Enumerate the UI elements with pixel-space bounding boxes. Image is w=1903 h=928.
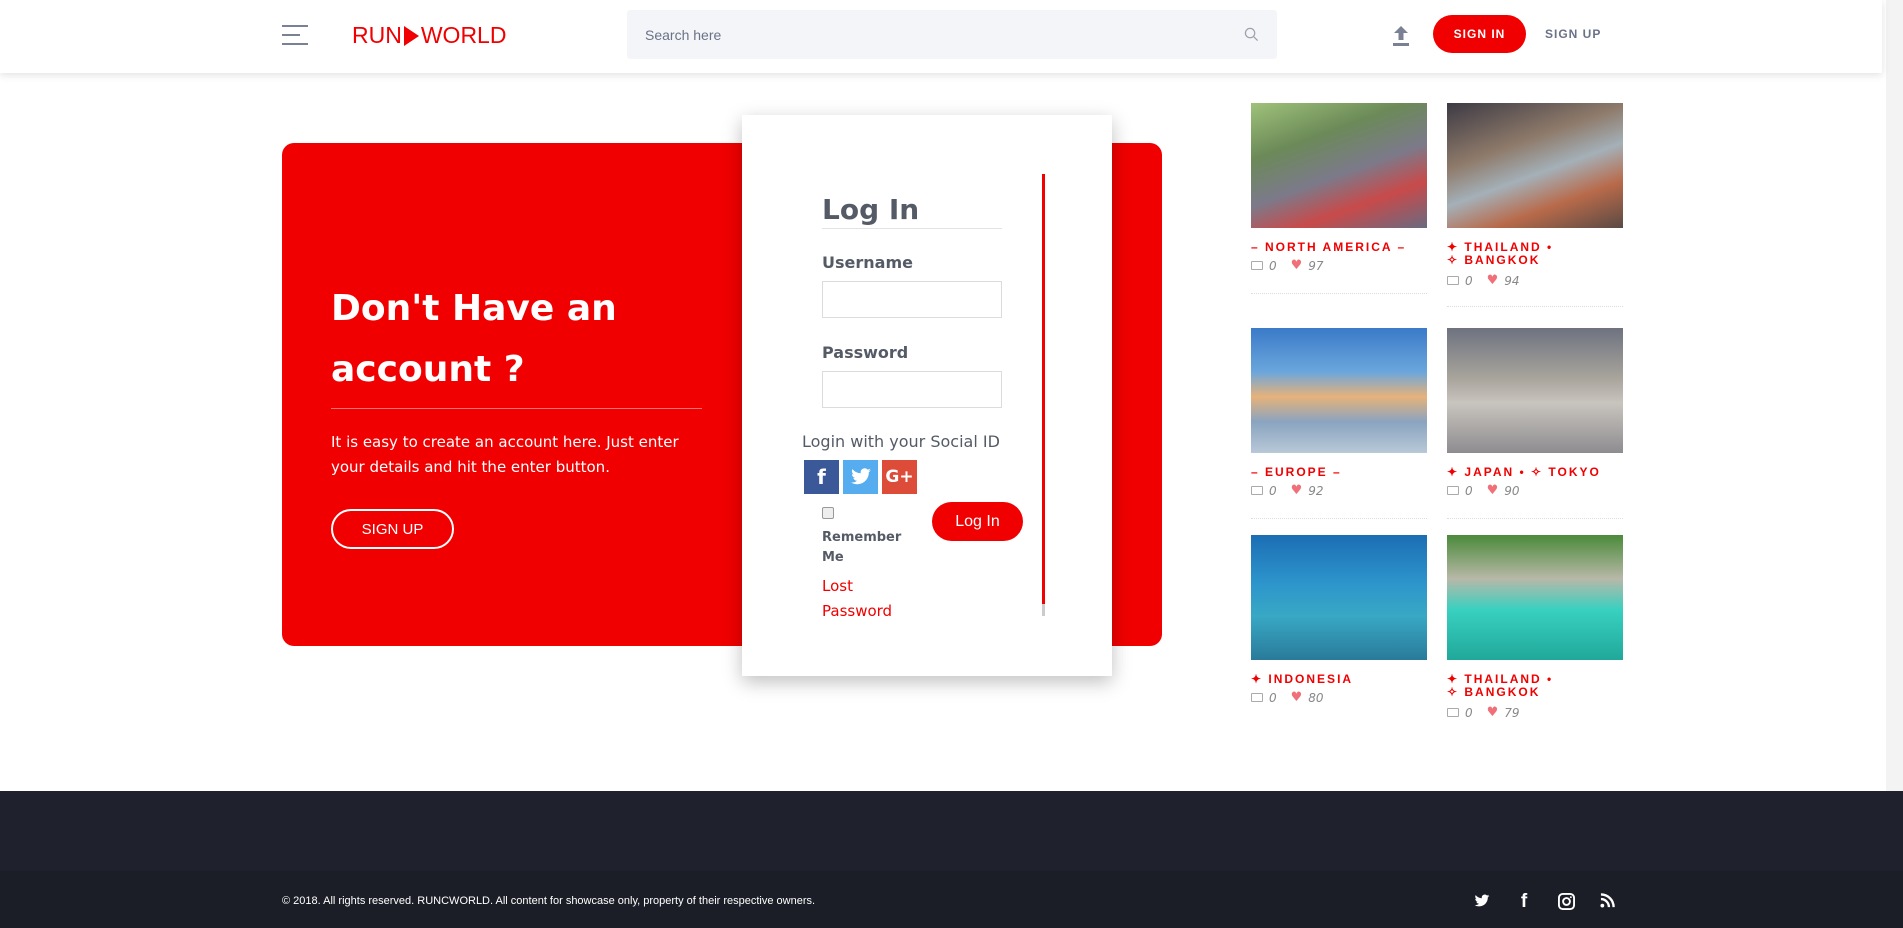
promo-text: It is easy to create an account here. Ju… (331, 433, 679, 476)
divider (331, 408, 702, 409)
logo-text-run: RUN (352, 22, 402, 48)
page-scrollbar[interactable] (1886, 0, 1903, 928)
like-count: 92 (1308, 483, 1324, 498)
post-divider (1447, 518, 1623, 519)
logo[interactable]: RUN WORLD (352, 22, 506, 49)
post-image[interactable] (1447, 535, 1623, 660)
heart-icon[interactable]: ♥ (1487, 483, 1499, 498)
remember-me-checkbox[interactable] (822, 507, 834, 519)
username-input[interactable] (822, 281, 1002, 318)
rss-icon[interactable] (1597, 893, 1617, 912)
password-input[interactable] (822, 371, 1002, 408)
like-count: 80 (1308, 690, 1324, 705)
like-count: 79 (1504, 705, 1520, 720)
password-label: Password (822, 343, 909, 362)
heart-icon[interactable]: ♥ (1487, 273, 1499, 288)
heart-icon[interactable]: ♥ (1487, 705, 1499, 720)
heart-icon[interactable]: ♥ (1291, 258, 1303, 273)
top-header: RUN WORLD SIGN IN SIGN UP (0, 0, 1882, 73)
copyright-text: © 2018. All rights reserved. RUNCWORLD. … (282, 895, 816, 907)
comment-icon (1251, 486, 1263, 495)
promo-sign-up-button[interactable]: SIGN UP (331, 509, 454, 549)
comment-count: 0 (1465, 273, 1473, 288)
post-meta: 0 ♥ 90 (1447, 483, 1520, 498)
log-in-button[interactable]: Log In (932, 502, 1023, 541)
post-meta: 0 ♥ 79 (1447, 705, 1520, 720)
upload-icon[interactable] (1391, 24, 1411, 48)
post-image[interactable] (1251, 328, 1427, 453)
username-label: Username (822, 253, 913, 272)
comment-icon (1447, 276, 1459, 285)
sign-up-link[interactable]: SIGN UP (1545, 27, 1601, 41)
like-count: 94 (1504, 273, 1520, 288)
social-login-label: Login with your Social ID (802, 432, 1000, 451)
post-image[interactable] (1251, 535, 1427, 660)
post-location[interactable]: – EUROPE – (1251, 466, 1427, 479)
post-location[interactable]: ✦ JAPAN • ✧ TOKYO (1447, 466, 1623, 479)
facebook-login-icon[interactable]: f (804, 460, 839, 494)
footer (0, 791, 1903, 928)
search-icon[interactable] (1244, 27, 1259, 42)
google-plus-login-icon[interactable]: G+ (882, 460, 917, 494)
sign-in-button[interactable]: SIGN IN (1433, 15, 1526, 53)
post-divider (1447, 306, 1623, 307)
facebook-icon[interactable]: f (1514, 891, 1534, 913)
comment-icon (1251, 693, 1263, 702)
comment-count: 0 (1269, 690, 1277, 705)
remember-me-label[interactable]: Remember Me (822, 528, 902, 568)
post-image[interactable] (1447, 328, 1623, 453)
post-location[interactable]: – NORTH AMERICA – (1251, 241, 1427, 254)
heart-icon[interactable]: ♥ (1291, 690, 1303, 705)
comment-icon (1447, 486, 1459, 495)
post-divider (1251, 293, 1427, 294)
post-meta: 0 ♥ 92 (1251, 483, 1324, 498)
twitter-login-icon[interactable] (843, 460, 878, 494)
twitter-icon[interactable] (1472, 893, 1492, 912)
search-bar (627, 10, 1277, 59)
post-image[interactable] (1447, 103, 1623, 228)
logo-text-world: WORLD (420, 22, 507, 48)
comment-icon (1251, 261, 1263, 270)
logo-play-icon (403, 25, 419, 46)
post-meta: 0 ♥ 97 (1251, 258, 1324, 273)
comment-count: 0 (1269, 483, 1277, 498)
post-image[interactable] (1251, 103, 1427, 228)
heart-icon[interactable]: ♥ (1291, 483, 1303, 498)
lost-password-link[interactable]: Lost Password (822, 574, 902, 624)
search-input[interactable] (645, 26, 1244, 43)
login-title: Log In (822, 193, 920, 226)
login-scrollbar-track[interactable] (1042, 604, 1045, 616)
divider (822, 228, 1002, 229)
post-location[interactable]: ✦ THAILAND • ✧ BANGKOK (1447, 241, 1557, 267)
promo-title: Don't Have an account ? (331, 288, 617, 390)
login-scrollbar-thumb[interactable] (1042, 174, 1045, 604)
menu-icon[interactable] (282, 25, 308, 45)
like-count: 97 (1308, 258, 1324, 273)
post-meta: 0 ♥ 94 (1447, 273, 1520, 288)
instagram-icon[interactable] (1556, 893, 1576, 914)
like-count: 90 (1504, 483, 1520, 498)
comment-count: 0 (1269, 258, 1277, 273)
post-divider (1251, 518, 1427, 519)
comment-count: 0 (1465, 483, 1473, 498)
post-location[interactable]: ✦ INDONESIA (1251, 673, 1427, 686)
post-location[interactable]: ✦ THAILAND • ✧ BANGKOK (1447, 673, 1557, 699)
post-meta: 0 ♥ 80 (1251, 690, 1324, 705)
comment-count: 0 (1465, 705, 1473, 720)
comment-icon (1447, 708, 1459, 717)
